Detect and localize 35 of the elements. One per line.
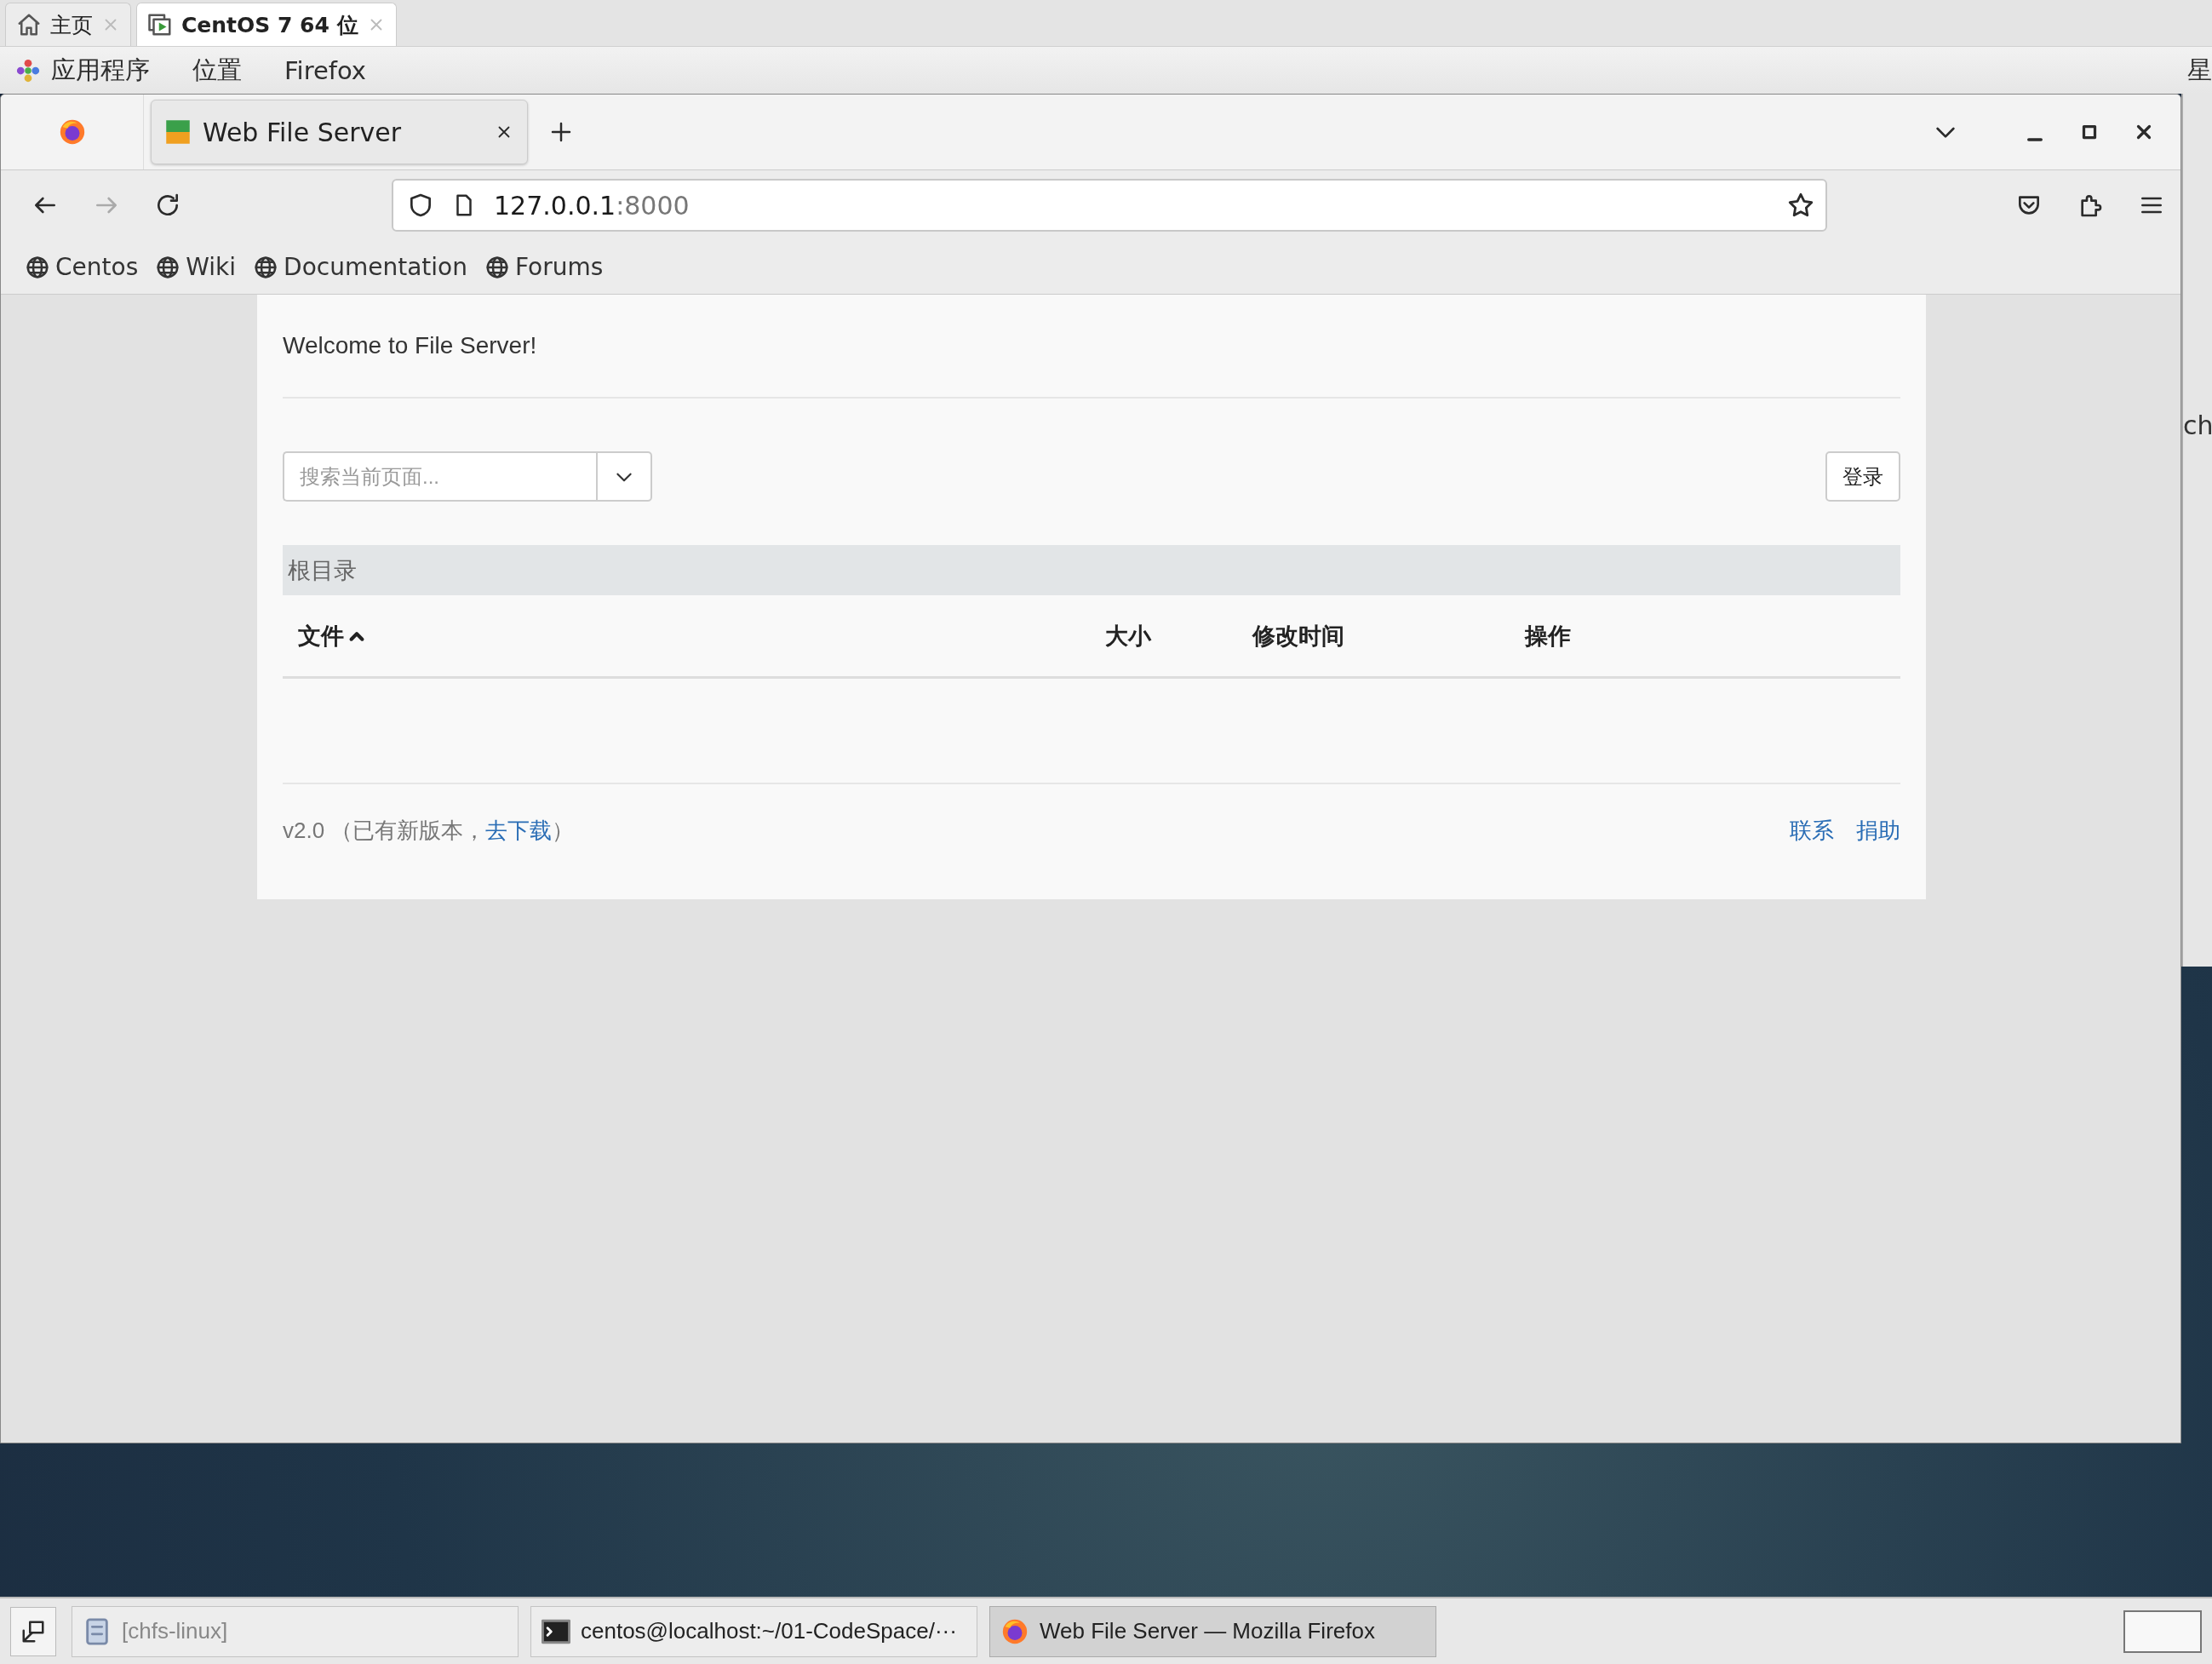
apps-icon[interactable] bbox=[15, 57, 41, 83]
footer-link[interactable]: 捐助 bbox=[1856, 815, 1900, 846]
column-header[interactable]: 大小 bbox=[1105, 620, 1252, 651]
minimize-icon bbox=[2027, 138, 2043, 141]
bookmark-item[interactable]: Centos bbox=[23, 251, 140, 283]
column-header[interactable]: 文件 bbox=[283, 620, 1105, 651]
clock-text: 星 bbox=[2187, 54, 2212, 86]
menu-item[interactable]: 应用程序 bbox=[51, 53, 150, 88]
breadcrumb-item[interactable]: 根目录 bbox=[288, 554, 357, 586]
bookmark-item[interactable]: Forums bbox=[482, 251, 605, 283]
menu-item[interactable]: 位置 bbox=[192, 53, 242, 88]
browser-tab[interactable]: Web File Server bbox=[151, 100, 528, 164]
address-field[interactable]: 127.0.0.1:8000 bbox=[392, 179, 1827, 232]
window-text: ch bbox=[2183, 410, 2212, 440]
url-text: 127.0.0.1:8000 bbox=[494, 190, 691, 221]
welcome-text: Welcome to File Server! bbox=[283, 332, 537, 359]
search-field[interactable]: 搜索当前页面... bbox=[283, 451, 596, 502]
show-desktop-button[interactable] bbox=[10, 1606, 56, 1656]
download-link[interactable]: 去下载 bbox=[485, 817, 553, 843]
column-header[interactable]: 修改时间 bbox=[1252, 620, 1525, 651]
vm-tab[interactable]: 主页 bbox=[5, 3, 131, 46]
taskbar-item[interactable]: Web File Server — Mozilla Firefox bbox=[989, 1605, 1436, 1657]
vm-icon bbox=[147, 12, 173, 37]
version-note: v2.0 （已有新版本，去下载） bbox=[283, 816, 575, 845]
menu-item[interactable]: Firefox bbox=[284, 55, 366, 85]
favicon-icon bbox=[165, 119, 191, 145]
column-header[interactable]: 操作 bbox=[1525, 620, 1571, 651]
vm-tab[interactable]: CentOS 7 64 位 bbox=[136, 3, 397, 46]
home-icon bbox=[16, 12, 42, 37]
bookmark-item[interactable]: Wiki bbox=[153, 251, 238, 283]
login-button[interactable]: 登录 bbox=[1825, 451, 1900, 502]
taskbar-item[interactable]: centos@localhost:~/01-CodeSpace/··· bbox=[530, 1605, 977, 1657]
bookmark-item[interactable]: Documentation bbox=[251, 251, 469, 283]
workspace-switcher[interactable] bbox=[2123, 1609, 2202, 1653]
footer-link[interactable]: 联系 bbox=[1790, 815, 1834, 846]
